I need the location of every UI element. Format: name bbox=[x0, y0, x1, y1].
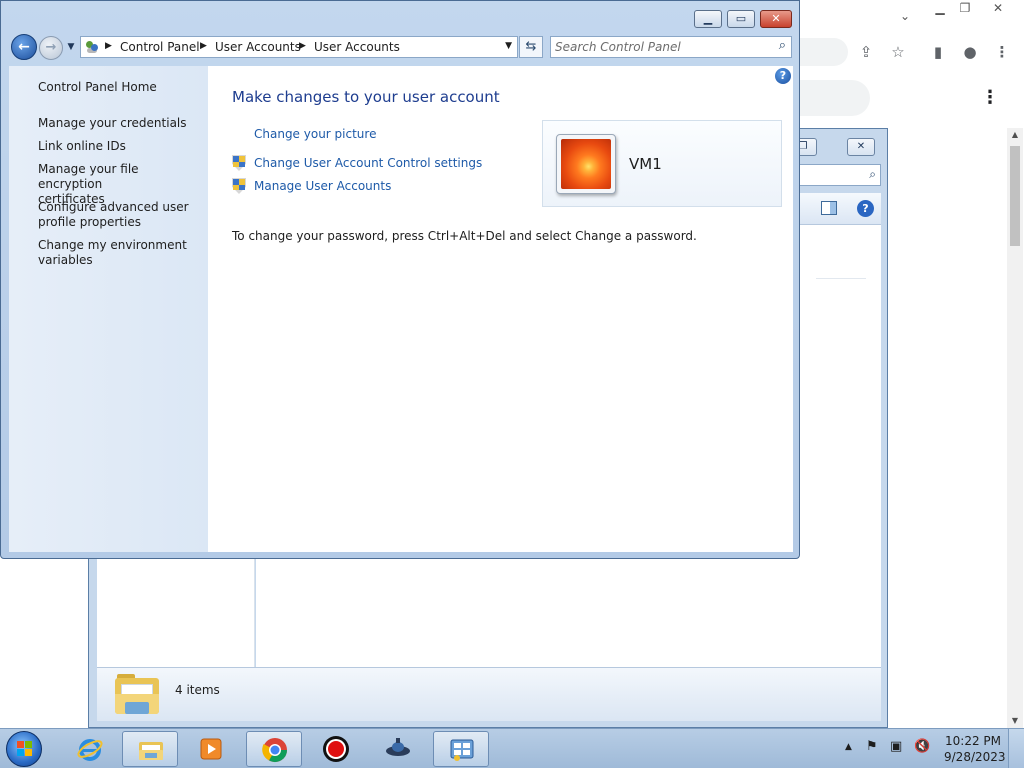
action-center-flag-icon[interactable]: ⚑ bbox=[866, 739, 878, 754]
task-label: Link online IDs bbox=[38, 139, 126, 153]
search-input[interactable] bbox=[555, 39, 767, 55]
taskbar-media-player[interactable] bbox=[183, 731, 239, 767]
recent-pages-chevron-icon[interactable]: ▼ bbox=[65, 41, 77, 53]
search-control-panel[interactable]: ⌕ bbox=[550, 36, 792, 58]
close-button[interactable]: ✕ bbox=[760, 10, 792, 28]
task-label: profile properties bbox=[38, 215, 141, 229]
divider bbox=[816, 278, 866, 279]
task-label: Manage your credentials bbox=[38, 116, 187, 130]
maximize-button[interactable]: ▭ bbox=[727, 10, 755, 28]
explorer-search-input[interactable]: ⌕ bbox=[789, 164, 881, 186]
show-desktop-button[interactable] bbox=[1008, 729, 1024, 768]
flower-picture-icon bbox=[561, 139, 611, 189]
main-content: ? Make changes to your user account Chan… bbox=[208, 66, 793, 552]
clock-time: 10:22 PM bbox=[945, 734, 1001, 748]
taskbar-internet-explorer[interactable] bbox=[62, 731, 118, 767]
breadcrumb-control-panel[interactable]: Control Panel bbox=[120, 40, 200, 54]
breadcrumb-user-accounts-current[interactable]: User Accounts bbox=[314, 40, 400, 54]
record-icon bbox=[323, 736, 349, 762]
user-picture[interactable] bbox=[556, 134, 616, 194]
user-tile: VM1 bbox=[542, 120, 782, 207]
ie-icon bbox=[77, 739, 103, 761]
breadcrumb-user-accounts[interactable]: User Accounts bbox=[215, 40, 301, 54]
system-clock[interactable]: 10:22 PM 9/28/2023 bbox=[944, 733, 1006, 765]
help-icon[interactable]: ? bbox=[857, 200, 874, 217]
control-panel-window: ▁ ▭ ✕ ← → ▼ ▶ Control Panel ▶ User Accou… bbox=[0, 0, 800, 559]
search-icon[interactable]: ⌕ bbox=[779, 38, 786, 53]
password-instructions: To change your password, press Ctrl+Alt+… bbox=[232, 229, 697, 243]
taskbar-windows-explorer[interactable] bbox=[122, 731, 178, 767]
manage-credentials-link[interactable]: Manage your credentials bbox=[38, 116, 203, 131]
user-name: VM1 bbox=[629, 155, 662, 173]
network-icon bbox=[386, 738, 410, 756]
address-bar[interactable]: ▶ Control Panel ▶ User Accounts ▶ User A… bbox=[80, 36, 518, 58]
network-tray-icon[interactable]: ▣ bbox=[890, 739, 902, 754]
side-panel-icon[interactable]: ▮ bbox=[926, 40, 950, 64]
advanced-user-profile-link[interactable]: Configure advanced user profile properti… bbox=[38, 200, 203, 230]
chrome-minimize-button[interactable]: ▁ bbox=[928, 1, 952, 17]
folder-icon bbox=[115, 674, 159, 716]
tab-search-chevron-icon[interactable]: ⌄ bbox=[896, 7, 914, 25]
link-online-ids-link[interactable]: Link online IDs bbox=[38, 139, 203, 154]
chrome-scrollbar[interactable]: ▲ ▼ bbox=[1007, 128, 1023, 728]
help-icon[interactable]: ? bbox=[775, 68, 791, 84]
scrollbar-thumb[interactable] bbox=[1010, 146, 1020, 246]
breadcrumb-separator-icon[interactable]: ▶ bbox=[299, 41, 306, 51]
refresh-button[interactable]: ⇆ bbox=[519, 36, 543, 58]
manage-user-accounts-link[interactable]: Manage User Accounts bbox=[254, 179, 391, 193]
taskbar-chrome[interactable] bbox=[246, 731, 302, 767]
chrome-menu-icon[interactable]: ⋮ bbox=[990, 40, 1014, 64]
change-picture-link[interactable]: Change your picture bbox=[254, 127, 376, 141]
uac-shield-icon bbox=[232, 178, 246, 194]
profile-avatar-icon[interactable]: ● bbox=[958, 40, 982, 64]
start-button[interactable] bbox=[6, 731, 42, 767]
chrome-restore-button[interactable]: ❐ bbox=[953, 1, 977, 17]
search-icon: ⌕ bbox=[869, 167, 876, 181]
task-pane: Control Panel Home Manage your credentia… bbox=[9, 66, 208, 552]
folder-icon bbox=[139, 742, 163, 760]
breadcrumb-separator-icon[interactable]: ▶ bbox=[200, 41, 207, 51]
taskbar: ▲ ⚑ ▣ 🔇 10:22 PM 9/28/2023 bbox=[0, 728, 1024, 768]
breadcrumb-separator-icon[interactable]: ▶ bbox=[105, 41, 112, 51]
chrome-icon bbox=[262, 738, 287, 763]
uac-settings-link[interactable]: Change User Account Control settings bbox=[254, 156, 482, 170]
explorer-close-button[interactable]: ✕ bbox=[847, 138, 875, 156]
task-label: variables bbox=[38, 253, 93, 267]
address-dropdown-icon[interactable]: ▼ bbox=[505, 41, 512, 51]
explorer-details-pane: 4 items bbox=[97, 667, 881, 721]
uac-shield-icon bbox=[232, 155, 246, 171]
control-panel-home-link[interactable]: Control Panel Home bbox=[38, 80, 157, 94]
show-hidden-icons-icon[interactable]: ▲ bbox=[845, 742, 852, 752]
environment-variables-link[interactable]: Change my environment variables bbox=[38, 238, 203, 268]
back-button[interactable]: ← bbox=[11, 34, 37, 60]
forward-button[interactable]: → bbox=[39, 36, 63, 60]
share-icon[interactable]: ⇪ bbox=[854, 40, 878, 64]
volume-muted-icon[interactable]: 🔇 bbox=[914, 739, 930, 754]
control-panel-icon bbox=[450, 739, 474, 761]
page-menu-icon[interactable]: ⋮ bbox=[980, 88, 1000, 108]
page-title: Make changes to your user account bbox=[232, 88, 500, 106]
scroll-down-icon[interactable]: ▼ bbox=[1007, 714, 1023, 728]
taskbar-control-panel[interactable] bbox=[433, 731, 489, 767]
taskbar-network-app[interactable] bbox=[370, 731, 426, 767]
task-label: Configure advanced user bbox=[38, 200, 189, 214]
preview-pane-icon[interactable] bbox=[821, 201, 837, 215]
chrome-close-button[interactable]: ✕ bbox=[986, 1, 1010, 17]
taskbar-recorder[interactable] bbox=[308, 731, 364, 767]
chrome-omnibox[interactable] bbox=[800, 38, 848, 66]
media-player-icon bbox=[200, 738, 222, 760]
scroll-up-icon[interactable]: ▲ bbox=[1007, 128, 1023, 142]
bookmark-star-icon[interactable]: ☆ bbox=[886, 40, 910, 64]
task-label: Manage your file encryption bbox=[38, 162, 139, 191]
clock-date: 9/28/2023 bbox=[944, 750, 1006, 764]
minimize-button[interactable]: ▁ bbox=[694, 10, 722, 28]
page-search-field[interactable] bbox=[800, 80, 870, 116]
windows-logo-icon bbox=[17, 741, 33, 757]
item-count: 4 items bbox=[175, 683, 220, 697]
task-label: Change my environment bbox=[38, 238, 187, 252]
user-accounts-icon bbox=[85, 40, 99, 54]
